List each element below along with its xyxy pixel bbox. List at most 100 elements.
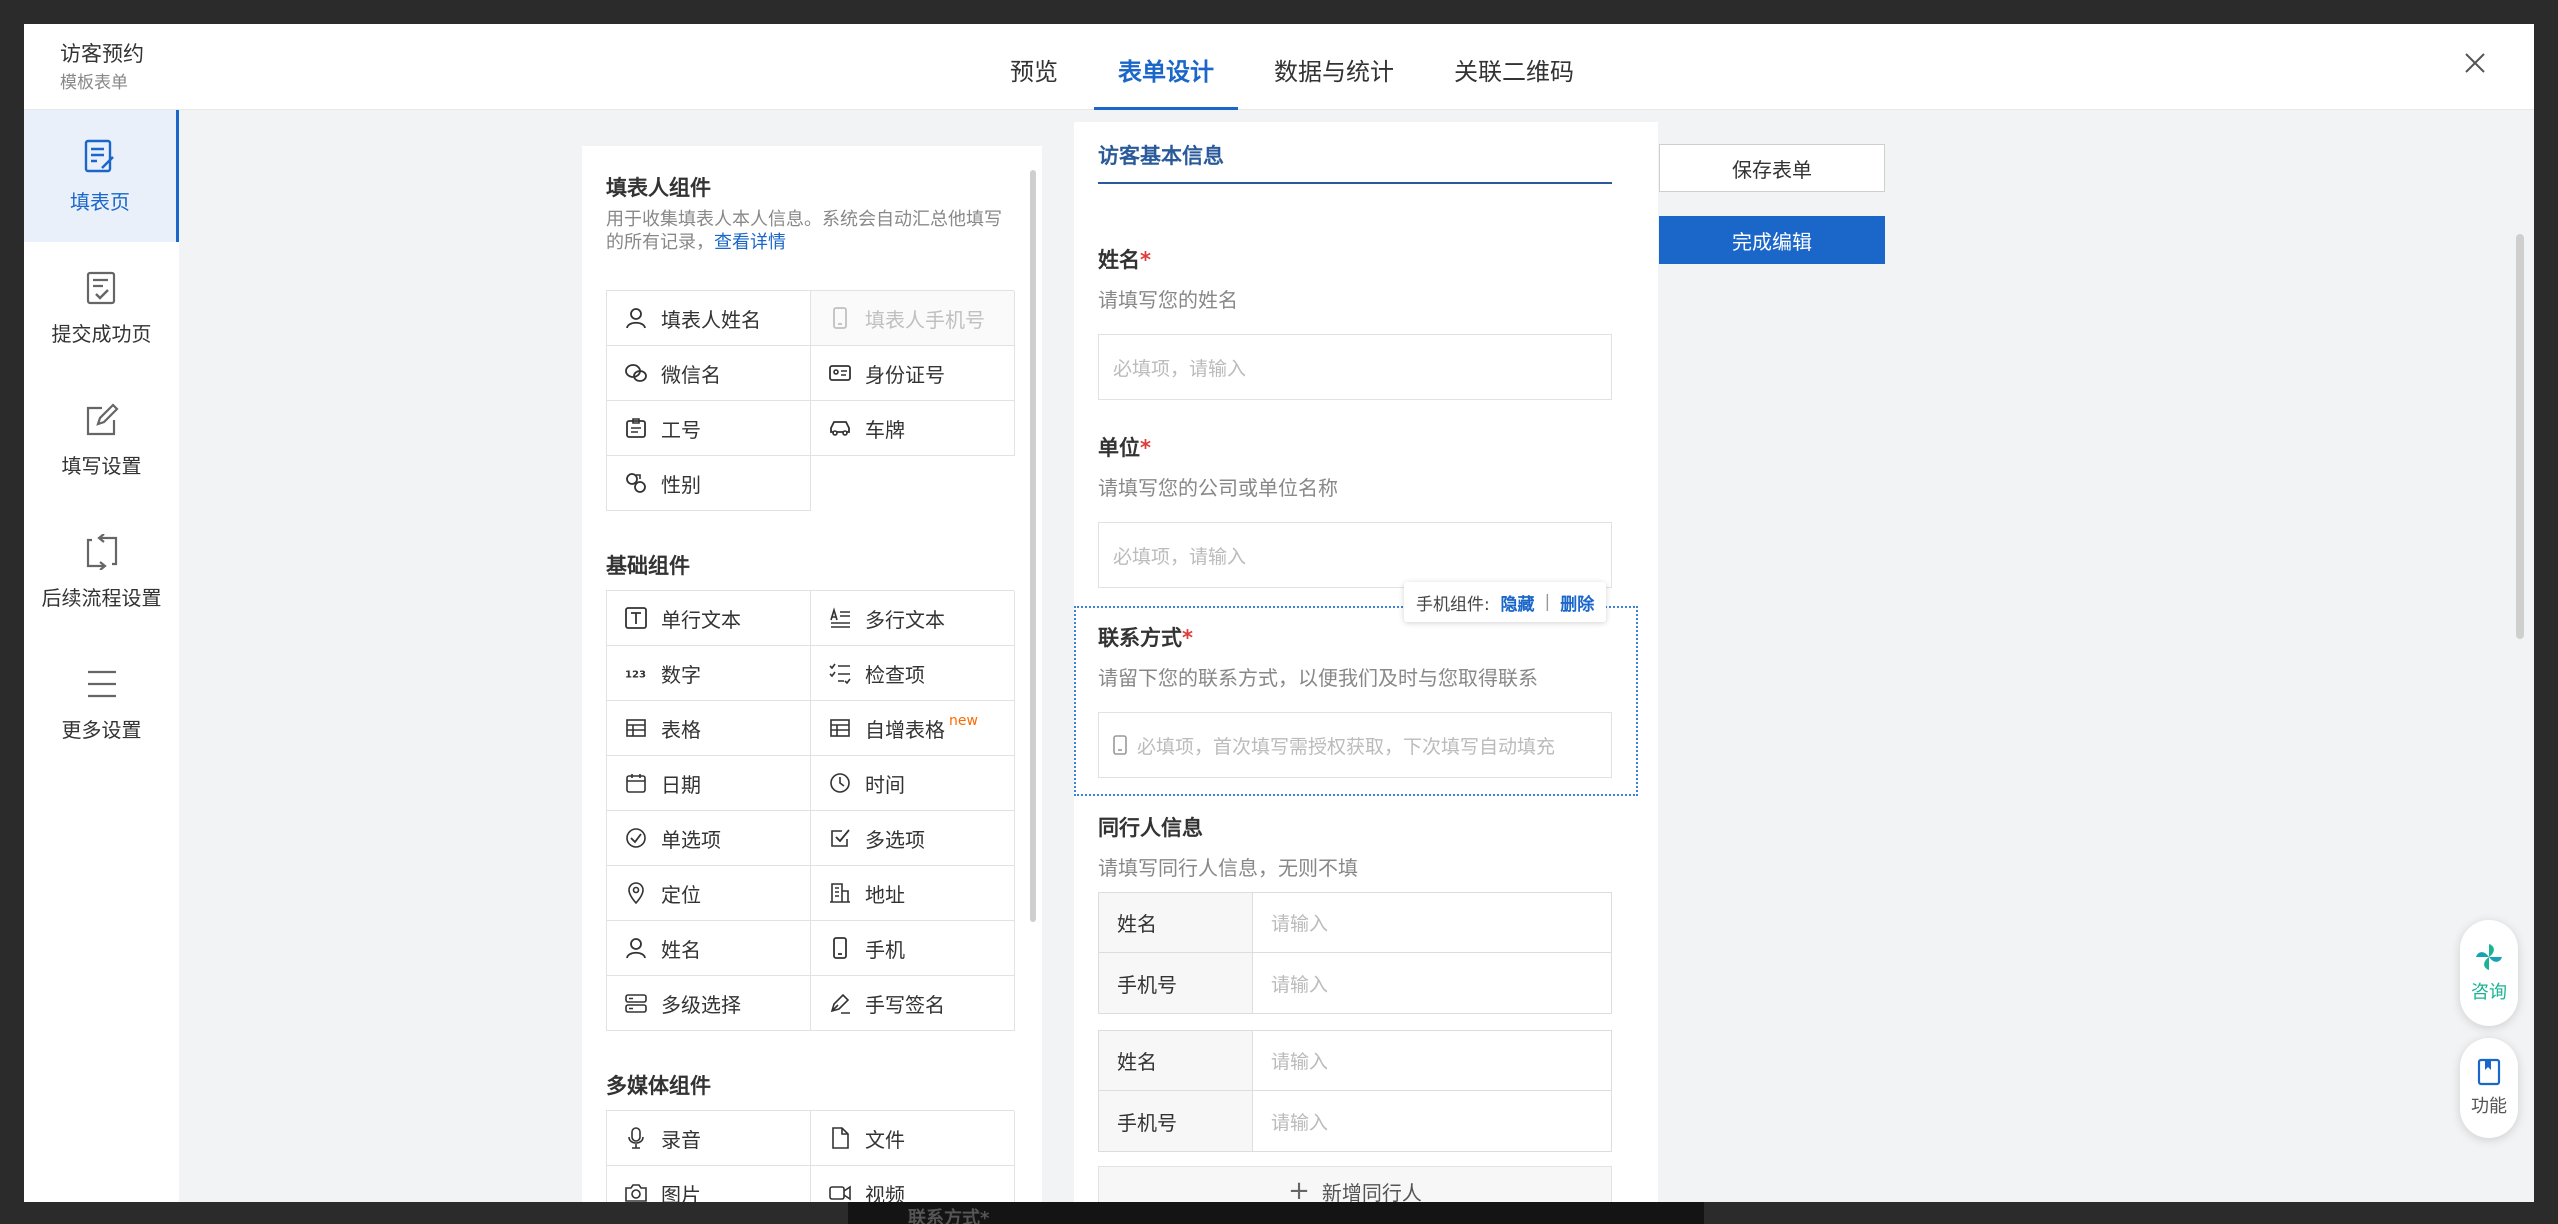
component-number[interactable]: 123 数字	[607, 646, 811, 701]
component-label: 姓名	[661, 937, 701, 962]
finish-editing-button[interactable]: 完成编辑	[1659, 216, 1885, 264]
component-single-line-text[interactable]: 单行文本	[607, 591, 811, 646]
mic-icon	[628, 1127, 644, 1149]
flow-icon	[86, 533, 117, 570]
component-label: 手写签名	[865, 992, 945, 1017]
companion-phone-input[interactable]: 请输入	[1253, 1091, 1611, 1151]
background-page-strip: 联系方式*	[848, 1202, 1704, 1224]
name-input[interactable]: 必填项，请输入	[1098, 334, 1612, 400]
component-label: 工号	[661, 417, 701, 442]
component-mobile[interactable]: 手机	[811, 921, 1015, 976]
table-row: 手机号 请输入	[1099, 1091, 1611, 1151]
nav-item-flow-settings[interactable]: 后续流程设置	[24, 506, 179, 638]
section-title-media: 多媒体组件	[606, 1074, 711, 1098]
features-button[interactable]: 功能	[2460, 1038, 2518, 1138]
component-wechat-name[interactable]: 微信名	[607, 346, 811, 401]
nav-item-form-page[interactable]: 填表页	[24, 110, 179, 242]
gender-icon	[626, 473, 646, 493]
checklist-icon	[829, 663, 851, 684]
media-component-grid: 录音 文件 图片 视频	[606, 1110, 1015, 1202]
save-form-button[interactable]: 保存表单	[1659, 144, 1885, 192]
table-row: 姓名 请输入	[1099, 893, 1611, 953]
component-label: 多行文本	[865, 607, 945, 632]
bookmark-icon	[2477, 1058, 2501, 1086]
new-badge: new	[949, 713, 978, 729]
component-checklist[interactable]: 检查项	[811, 646, 1015, 701]
component-label: 微信名	[661, 362, 721, 387]
hide-component-link[interactable]: 隐藏	[1501, 590, 1535, 615]
component-label: 录音	[661, 1127, 701, 1152]
component-signature[interactable]: 手写签名	[811, 976, 1015, 1031]
location-icon	[628, 882, 644, 904]
filler-desc-text: 用于收集填表人本人信息。系统会自动汇总他填写的所有记录，	[606, 209, 1002, 253]
nav-item-fill-settings[interactable]: 填写设置	[24, 374, 179, 506]
field-desc-company: 请填写您的公司或单位名称	[1098, 476, 1338, 500]
svg-text:123: 123	[625, 670, 646, 681]
component-date[interactable]: 日期	[607, 756, 811, 811]
component-license-plate[interactable]: 车牌	[811, 401, 1015, 456]
address-icon	[830, 883, 850, 903]
component-employee-id[interactable]: 工号	[607, 401, 811, 456]
field-label-companions[interactable]: 同行人信息	[1098, 812, 1203, 842]
companion-name-label: 姓名	[1099, 1031, 1253, 1090]
left-nav: 填表页 提交成功页 填写设置 后续流程设置 更多设置	[24, 110, 179, 1202]
component-multi-choice[interactable]: 多选项	[811, 811, 1015, 866]
component-auto-table[interactable]: 自增表格 new	[811, 701, 1015, 756]
file-icon	[832, 1127, 849, 1149]
badge-icon	[626, 418, 646, 438]
nav-item-more-settings[interactable]: 更多设置	[24, 638, 179, 770]
component-id-number[interactable]: 身份证号	[811, 346, 1015, 401]
id-card-icon	[829, 365, 851, 381]
tab-bar: 预览 表单设计 数据与统计 关联二维码	[986, 24, 1610, 110]
clock-icon	[830, 773, 850, 793]
field-label-name[interactable]: 姓名*	[1098, 244, 1151, 274]
companion-name-input[interactable]: 请输入	[1253, 893, 1611, 952]
close-button[interactable]	[2460, 48, 2490, 78]
component-location[interactable]: 定位	[607, 866, 811, 921]
component-address[interactable]: 地址	[811, 866, 1015, 921]
contact-placeholder: 必填项，首次填写需授权获取，下次填写自动填充	[1137, 735, 1556, 758]
palette-scrollbar[interactable]	[1030, 170, 1036, 922]
companion-phone-input[interactable]: 请输入	[1253, 953, 1611, 1013]
plus-icon: +	[1288, 1176, 1310, 1202]
tab-data-stats[interactable]: 数据与统计	[1250, 24, 1418, 110]
tab-preview[interactable]: 预览	[986, 24, 1082, 110]
component-time[interactable]: 时间	[811, 756, 1015, 811]
checkbox-icon	[831, 829, 850, 847]
view-details-link[interactable]: 查看详情	[714, 232, 786, 253]
nav-label: 填表页	[70, 189, 130, 214]
company-input[interactable]: 必填项，请输入	[1098, 522, 1612, 588]
component-file[interactable]: 文件	[811, 1111, 1015, 1166]
text-icon	[625, 607, 647, 629]
component-name[interactable]: 姓名	[607, 921, 811, 976]
tab-qrcode[interactable]: 关联二维码	[1430, 24, 1598, 110]
component-video[interactable]: 视频	[811, 1166, 1015, 1202]
contact-input[interactable]: 必填项，首次填写需授权获取，下次填写自动填充	[1098, 712, 1612, 778]
component-label: 视频	[865, 1182, 905, 1203]
add-companion-button[interactable]: + 新增同行人	[1098, 1166, 1612, 1202]
main-scrollbar[interactable]	[2516, 234, 2524, 639]
basic-component-grid: 单行文本 多行文本 123 数字 检查项 表格 自增表格 new 日期 时间 单选项…	[606, 590, 1015, 1031]
consult-button[interactable]: 咨询	[2460, 920, 2518, 1026]
field-label-company[interactable]: 单位*	[1098, 432, 1151, 462]
component-gender[interactable]: 性别	[607, 456, 811, 511]
nav-label: 填写设置	[61, 453, 142, 478]
component-multi-line-text[interactable]: 多行文本	[811, 591, 1015, 646]
component-table[interactable]: 表格	[607, 701, 811, 756]
component-filler-name[interactable]: 填表人姓名	[607, 291, 811, 346]
component-label: 日期	[661, 772, 701, 797]
nav-item-success-page[interactable]: 提交成功页	[24, 242, 179, 374]
field-label-contact[interactable]: 联系方式*	[1098, 622, 1193, 652]
component-cascade-select[interactable]: 多级选择	[607, 976, 811, 1031]
component-image[interactable]: 图片	[607, 1166, 811, 1202]
companion-name-label: 姓名	[1099, 893, 1253, 952]
tab-form-design[interactable]: 表单设计	[1094, 24, 1238, 110]
component-label: 文件	[865, 1127, 905, 1152]
consult-icon	[2476, 944, 2502, 970]
component-single-choice[interactable]: 单选项	[607, 811, 811, 866]
form-designer-modal: 访客预约 模板表单 预览 表单设计 数据与统计 关联二维码 填表页 提交成功页 …	[24, 24, 2534, 1202]
companion-name-input[interactable]: 请输入	[1253, 1031, 1611, 1090]
radio-icon	[626, 828, 646, 848]
delete-component-link[interactable]: 删除	[1560, 590, 1594, 615]
component-audio[interactable]: 录音	[607, 1111, 811, 1166]
